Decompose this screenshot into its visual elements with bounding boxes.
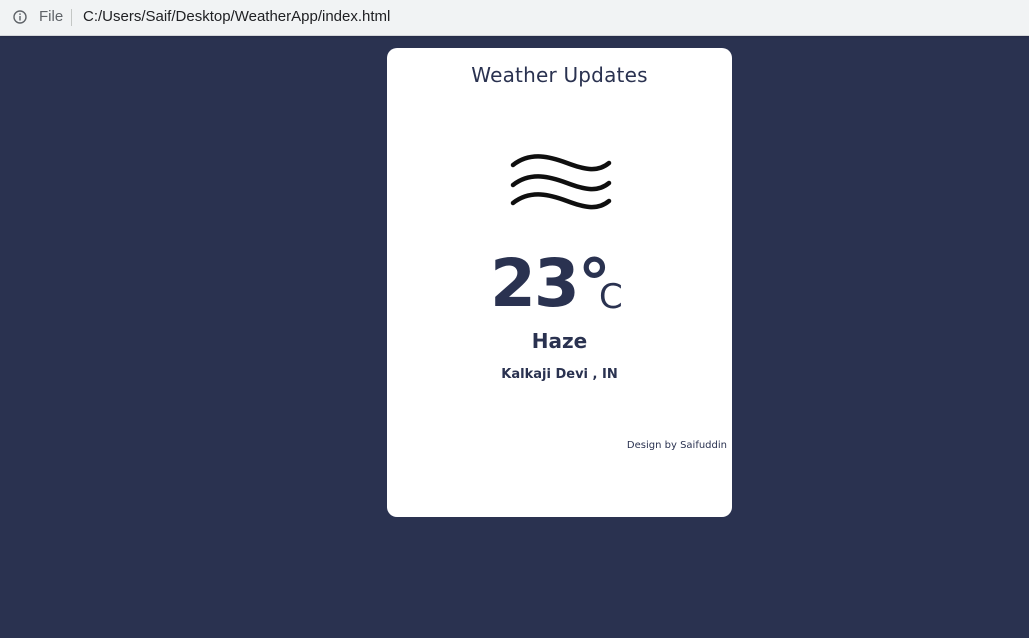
location-label: Kalkaji Devi , IN <box>501 367 618 382</box>
url-field[interactable]: C:/Users/Saif/Desktop/WeatherApp/index.h… <box>83 8 390 25</box>
scheme-label: File <box>39 8 64 25</box>
card-title: Weather Updates <box>471 63 648 87</box>
temperature-value: 23° <box>490 245 611 322</box>
haze-icon <box>510 154 612 210</box>
temperature-unit: C <box>599 277 623 317</box>
info-icon[interactable] <box>13 10 27 24</box>
weather-condition: Haze <box>531 329 588 353</box>
address-bar[interactable]: File C:/Users/Saif/Desktop/WeatherApp/in… <box>0 0 1029 36</box>
address-divider <box>71 9 72 26</box>
design-credit: Design by Saifuddin <box>626 440 727 451</box>
